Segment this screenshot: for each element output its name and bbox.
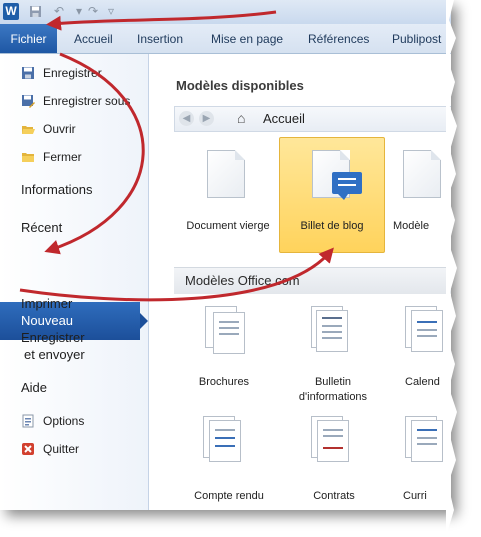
menu-item-informations[interactable]: Informations <box>21 182 169 197</box>
menu-item-imprimer[interactable]: Imprimer <box>21 296 169 311</box>
torn-edge-decoration <box>446 0 457 537</box>
tab-references[interactable]: Références <box>308 24 369 53</box>
blank-document-icon <box>207 150 245 198</box>
word-app-icon[interactable]: W <box>3 3 19 20</box>
tab-publipostage[interactable]: Publipost <box>392 24 441 53</box>
menu-item-enregistrer-envoyer[interactable]: Enregistrer et envoyer <box>21 330 169 362</box>
close-folder-icon <box>21 150 35 164</box>
template-label: Billet de blog <box>300 220 364 232</box>
exit-icon <box>21 442 35 456</box>
save-icon <box>21 66 35 80</box>
quick-access-toolbar: W ↶ ▾ ↷ ▿ <box>0 0 451 24</box>
menu-label: Fermer <box>43 150 82 164</box>
backstage-menu: Enregistrer Enregistrer sous Ouvrir Ferm… <box>0 54 149 510</box>
newsletter-icon <box>311 306 349 354</box>
customize-qat-icon[interactable]: ▿ <box>104 5 118 18</box>
template-label: Calend <box>405 376 440 388</box>
menu-label-line2: et envoyer <box>24 347 85 362</box>
tab-fichier[interactable]: Fichier <box>0 24 57 53</box>
templates-navbar: ◀ ▶ ⌂ Accueil <box>174 106 451 132</box>
menu-item-quitter[interactable]: Quitter <box>0 442 148 458</box>
template-label-line1: Bulletin <box>314 376 352 388</box>
template-label: Compte rendu <box>194 490 264 502</box>
template-billet-de-blog[interactable]: Billet de blog <box>279 137 385 253</box>
template-label: Curri <box>403 490 427 502</box>
menu-label: Enregistrer <box>43 66 102 80</box>
brochure-icon <box>205 306 245 354</box>
options-icon <box>21 414 35 428</box>
menu-label: Options <box>43 414 85 428</box>
nav-location: Accueil <box>263 111 305 126</box>
templates-pane: Modèles disponibles ◀ ▶ ⌂ Accueil Docume… <box>149 54 451 510</box>
template-label: Modèle <box>393 220 430 232</box>
save-icon[interactable] <box>28 5 42 18</box>
speech-bubble-icon <box>332 172 362 200</box>
dropdown-icon[interactable]: ▾ <box>72 5 86 18</box>
menu-item-fermer[interactable]: Fermer <box>0 150 148 166</box>
back-icon[interactable]: ◀ <box>179 111 194 126</box>
report-checklist-icon <box>203 416 241 464</box>
menu-item-enregistrer[interactable]: Enregistrer <box>0 66 148 82</box>
menu-item-ouvrir[interactable]: Ouvrir <box>0 122 148 138</box>
tab-insertion[interactable]: Insertion <box>137 24 183 53</box>
template-label-line2: d'informations <box>298 391 368 403</box>
office-templates-title: Modèles Office.com <box>185 273 300 288</box>
template-label: Brochures <box>198 376 250 388</box>
resume-icon <box>405 416 443 464</box>
template-label: Document vierge <box>186 220 270 232</box>
menu-item-options[interactable]: Options <box>0 414 148 430</box>
available-templates-title: Modèles disponibles <box>176 78 304 93</box>
menu-item-recent[interactable]: Récent <box>21 220 169 235</box>
ribbon-tabs: Fichier Accueil Insertion Mise en page R… <box>0 24 451 54</box>
menu-label-line1: Enregistrer <box>21 330 85 345</box>
template-document-icon <box>403 150 441 198</box>
undo-icon[interactable]: ↶ <box>52 5 66 18</box>
menu-label: Ouvrir <box>43 122 76 136</box>
word-backstage-window: W ↶ ▾ ↷ ▿ Fichier Accueil Insertion Mise… <box>0 0 451 510</box>
calendar-icon <box>405 306 443 354</box>
home-icon[interactable]: ⌂ <box>237 110 253 126</box>
menu-item-aide[interactable]: Aide <box>21 380 169 395</box>
contract-icon <box>311 416 349 464</box>
save-as-icon <box>21 94 35 108</box>
menu-item-enregistrer-sous[interactable]: Enregistrer sous <box>0 94 148 110</box>
menu-label: Quitter <box>43 442 80 456</box>
office-templates-bar: Modèles Office.com <box>174 267 451 294</box>
template-label: Contrats <box>313 490 355 502</box>
open-folder-icon <box>21 122 35 136</box>
forward-icon[interactable]: ▶ <box>199 111 214 126</box>
redo-icon[interactable]: ↷ <box>86 5 100 18</box>
tab-mise-en-page[interactable]: Mise en page <box>211 24 283 53</box>
menu-label: Enregistrer sous <box>43 94 131 108</box>
tab-accueil[interactable]: Accueil <box>74 24 113 53</box>
